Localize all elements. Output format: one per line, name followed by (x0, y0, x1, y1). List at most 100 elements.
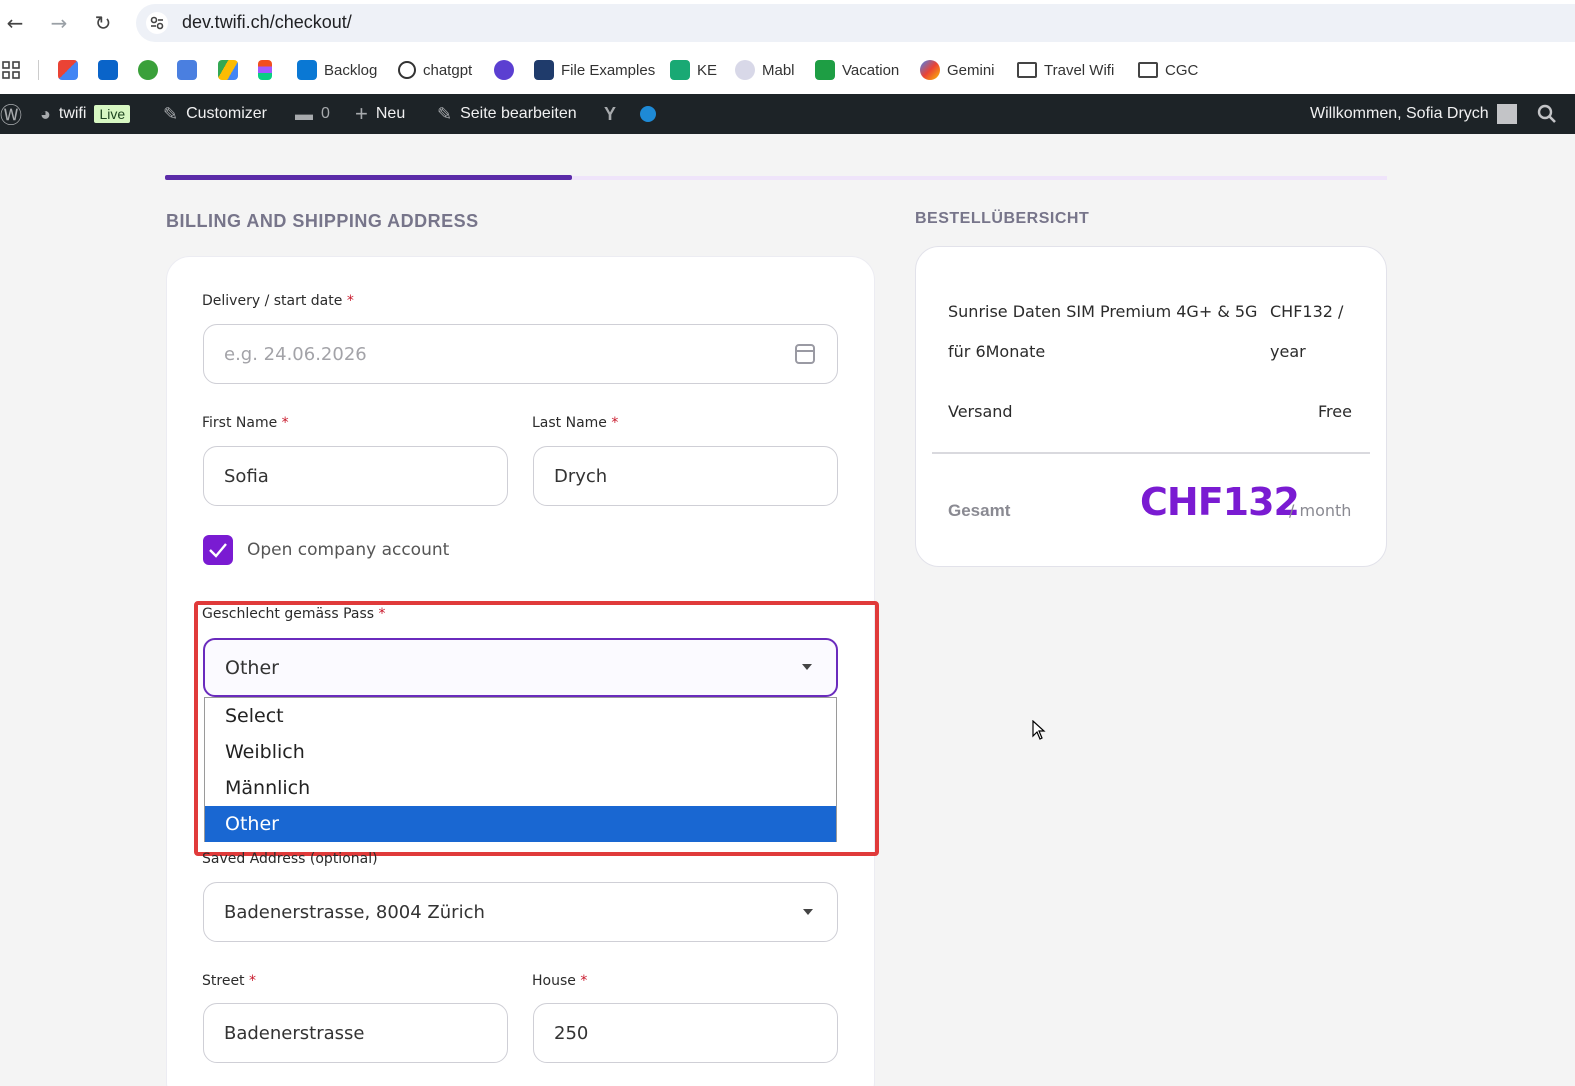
wp-edit-label: Seite bearbeiten (460, 105, 577, 122)
bookmarks-divider (38, 60, 39, 80)
wp-new[interactable]: + Neu (355, 94, 405, 134)
delivery-date-input[interactable]: e.g. 24.06.2026 (203, 324, 838, 384)
wordpress-logo-icon[interactable]: Ⓦ (0, 94, 22, 134)
folder-icon (1138, 62, 1158, 78)
house-value: 250 (554, 1022, 589, 1044)
gemini-icon (920, 60, 940, 80)
bookmark-drive[interactable] (218, 58, 238, 82)
first-name-value: Sofia (224, 465, 269, 487)
figma-icon (258, 60, 272, 80)
chatgpt-icon (398, 61, 416, 79)
site-settings-icon[interactable] (146, 12, 168, 34)
wp-edit-page[interactable]: ✎ Seite bearbeiten (437, 94, 577, 134)
mouse-cursor-icon (1032, 719, 1046, 744)
summary-section-title: BESTELLÜBERSICHT (915, 210, 1090, 227)
bookmark-app[interactable] (138, 58, 158, 82)
bookmark-travel-wifi[interactable]: Travel Wifi (1017, 58, 1114, 82)
planet-icon (494, 60, 514, 80)
product-name-line2: für 6Monate (948, 342, 1046, 361)
bookmark-outlook[interactable] (98, 58, 118, 82)
wp-site-name: twifi (58, 105, 87, 122)
bookmark-gmail[interactable] (58, 58, 78, 82)
wp-welcome-text: Willkommen, Sofia Drych (1310, 105, 1489, 122)
wp-comments[interactable]: ▬ 0 (295, 94, 330, 134)
comment-icon: ▬ (295, 103, 313, 124)
first-name-input[interactable]: Sofia (203, 446, 508, 506)
product-price-line1: CHF132 / (1270, 302, 1344, 321)
url-text[interactable]: dev.twifi.ch/checkout/ (182, 12, 352, 33)
total-label: Gesamt (948, 501, 1011, 520)
file-examples-icon (534, 60, 554, 80)
bookmark-gemini[interactable]: Gemini (920, 58, 995, 82)
wp-admin-bar: Ⓦ ◕ twifi Live ✎ Customizer ▬ 0 + Neu ✎ … (0, 94, 1575, 134)
live-badge: Live (94, 105, 131, 123)
bookmark-cgc[interactable]: CGC (1138, 58, 1198, 82)
highlight-annotation (194, 601, 879, 856)
plus-icon: + (355, 101, 368, 126)
bookmark-label: KE (697, 61, 718, 79)
azure-devops-icon (297, 60, 317, 80)
app-icon (138, 60, 158, 80)
forward-icon[interactable]: → (46, 10, 72, 36)
drive-icon (218, 60, 238, 80)
bookmark-label: Travel Wifi (1044, 61, 1115, 79)
last-name-label: Last Name * (532, 415, 619, 431)
bookmark-figma[interactable] (258, 58, 272, 82)
saved-address-select[interactable]: Badenerstrasse, 8004 Zürich (203, 882, 838, 942)
ke-icon (670, 60, 690, 80)
street-input[interactable]: Badenerstrasse (203, 1003, 508, 1063)
translate-icon (177, 60, 197, 80)
wp-customizer[interactable]: ✎ Customizer (163, 94, 267, 134)
apps-grid-icon[interactable] (2, 58, 20, 82)
search-icon[interactable] (1537, 94, 1557, 134)
avatar (1496, 104, 1517, 124)
delivery-date-placeholder: e.g. 24.06.2026 (224, 343, 367, 365)
bookmark-file-examples[interactable]: File Examples (534, 58, 655, 82)
mabl-icon (735, 60, 755, 80)
bookmark-label: CGC (1165, 61, 1199, 79)
summary-divider (932, 452, 1370, 454)
house-input[interactable]: 250 (533, 1003, 838, 1063)
first-name-label: First Name * (202, 415, 289, 431)
product-name-line1: Sunrise Daten SIM Premium 4G+ & 5G (948, 302, 1258, 321)
checkout-progress-fill (165, 175, 572, 180)
wp-account[interactable]: Willkommen, Sofia Drych (1310, 94, 1517, 134)
saved-address-value: Badenerstrasse, 8004 Zürich (224, 901, 485, 923)
browser-toolbar: ← → ↻ dev.twifi.ch/checkout/ (0, 0, 1575, 46)
bookmark-mabl[interactable]: Mabl (735, 58, 795, 82)
bookmark-label: chatgpt (423, 61, 473, 79)
total-price: CHF132 (1140, 480, 1300, 524)
total-period: / month (1289, 501, 1352, 520)
shipping-label: Versand (948, 402, 1013, 421)
bookmarks-bar: Backlog chatgpt File Examples KE Mabl Va… (0, 46, 1575, 94)
last-name-input[interactable]: Drych (533, 446, 838, 506)
bookmark-label: Vacation (842, 61, 900, 79)
status-dot-icon (640, 94, 656, 134)
last-name-value: Drych (554, 465, 608, 487)
address-bar[interactable] (136, 4, 1575, 42)
bookmark-planet[interactable] (494, 58, 514, 82)
wp-comments-count: 0 (321, 105, 330, 122)
company-account-label: Open company account (247, 540, 450, 560)
wp-site-menu[interactable]: ◕ twifi Live (40, 94, 131, 134)
pencil-icon: ✎ (437, 103, 453, 124)
bookmark-backlog[interactable]: Backlog (297, 58, 377, 82)
bookmark-chatgpt[interactable]: chatgpt (398, 58, 472, 82)
saved-address-label: Saved Address (optional) (202, 851, 378, 867)
product-price-line2: year (1270, 342, 1306, 361)
bookmark-vacation[interactable]: Vacation (815, 58, 899, 82)
dashboard-icon: ◕ (40, 103, 51, 124)
reload-icon[interactable]: ↻ (90, 10, 116, 36)
company-account-checkbox[interactable] (203, 535, 233, 565)
bookmark-ke[interactable]: KE (670, 58, 717, 82)
wp-new-label: Neu (375, 105, 406, 122)
yoast-icon[interactable]: Y (604, 94, 616, 134)
bookmark-label: Gemini (947, 61, 995, 79)
shipping-value: Free (1318, 402, 1352, 421)
bookmark-translate[interactable] (177, 58, 197, 82)
gmail-icon (58, 60, 78, 80)
chevron-down-icon (803, 909, 813, 915)
calendar-icon[interactable] (795, 344, 815, 364)
back-icon[interactable]: ← (2, 10, 28, 36)
wp-customizer-label: Customizer (186, 105, 267, 122)
